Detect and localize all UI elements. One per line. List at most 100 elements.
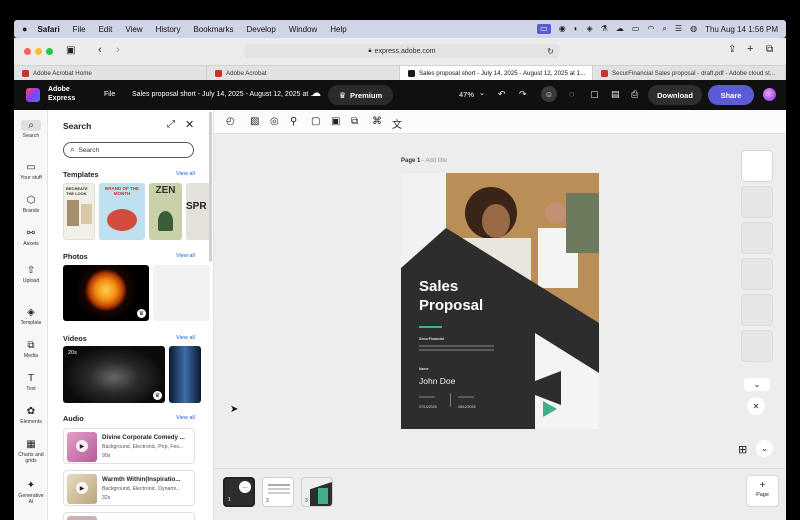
menu-help[interactable]: Help	[330, 25, 346, 34]
photos-view-all[interactable]: View all	[176, 253, 195, 259]
zoom-chevron-icon[interactable]: ⌄	[479, 89, 485, 97]
close-icon[interactable]: ✕	[185, 118, 194, 131]
adjust-icon[interactable]: ⚲	[290, 116, 297, 127]
page-slot[interactable]	[741, 150, 773, 182]
rail-item-generative-ai[interactable]: ✦ Generative AI	[14, 480, 48, 505]
document-page[interactable]: Sales Proposal SecurFinancial Name John …	[401, 173, 599, 429]
avatar[interactable]	[763, 88, 776, 101]
lab-icon[interactable]: ⚗	[601, 25, 608, 33]
shield-icon[interactable]: ◈	[587, 25, 593, 33]
page-thumb-3[interactable]: 3	[301, 477, 333, 507]
app-menu-safari[interactable]: Safari	[37, 25, 59, 34]
premium-button[interactable]: ♛ Premium	[328, 85, 393, 105]
apple-icon[interactable]: ●	[22, 24, 27, 34]
cloud-sync-icon[interactable]: ☁	[311, 88, 321, 99]
zoom-level[interactable]: 47%	[459, 90, 474, 99]
grid-view-icon[interactable]: ⊞	[738, 443, 747, 456]
expand-icon[interactable]: ⤢	[167, 119, 175, 130]
doc-name-value[interactable]: John Doe	[419, 376, 455, 386]
cloud-icon[interactable]: ☁	[616, 25, 624, 33]
doc-title[interactable]: Sales Proposal	[419, 277, 483, 315]
panel-scrollbar[interactable]	[209, 112, 212, 262]
invite-icon[interactable]: ☺	[541, 86, 557, 102]
rail-item-text[interactable]: T Text	[14, 373, 48, 392]
photo-thumb-2[interactable]	[153, 265, 210, 321]
rail-item-brands[interactable]: ⬡ Brands	[14, 195, 48, 214]
menu-history[interactable]: History	[156, 25, 181, 34]
file-menu[interactable]: File	[104, 91, 115, 98]
rail-item-your-stuff[interactable]: ▭ Your stuff	[14, 162, 48, 181]
menu-develop[interactable]: Develop	[246, 25, 275, 34]
effects-icon[interactable]: ◎	[270, 116, 279, 127]
sidebar-toggle-icon[interactable]: ▣	[66, 46, 75, 56]
audio-item[interactable]: ▶ Warmth Within(Inspiratio... Background…	[63, 470, 195, 506]
share-page-icon[interactable]: ⇪	[728, 45, 736, 55]
page-slot[interactable]	[741, 258, 773, 290]
download-button[interactable]: Download	[648, 85, 702, 105]
tab-securfinancial[interactable]: SecurFinancial Sales proposal - draft.pd…	[593, 66, 786, 80]
translate-icon[interactable]: 文	[392, 116, 402, 131]
siri-icon[interactable]: ◍	[690, 25, 697, 33]
document-title[interactable]: Sales proposal short - July 14, 2025 - A…	[132, 91, 316, 98]
play-icon[interactable]: ▶	[76, 440, 88, 452]
page-slot[interactable]	[741, 294, 773, 326]
menu-file[interactable]: File	[73, 25, 86, 34]
forward-icon[interactable]: ›	[116, 45, 120, 56]
menubar-search-icon[interactable]: ⌕	[662, 25, 666, 33]
share-button[interactable]: Share	[708, 85, 754, 105]
battery-icon[interactable]: ▭	[632, 25, 640, 33]
rail-item-charts[interactable]: ▦ Charts and grids	[14, 439, 48, 464]
rail-item-assets[interactable]: ⚯ Assets	[14, 228, 48, 247]
doc-company[interactable]: SecurFinancial	[419, 337, 444, 341]
arrange-icon[interactable]: ⌘	[372, 116, 382, 127]
rail-item-elements[interactable]: ✿ Elements	[14, 406, 48, 425]
menu-view[interactable]: View	[125, 25, 142, 34]
bulb-icon[interactable]: ◌	[569, 89, 574, 99]
print-icon[interactable]: ⎙	[631, 89, 638, 100]
menu-bookmarks[interactable]: Bookmarks	[193, 25, 233, 34]
reload-icon[interactable]: ↻	[547, 47, 554, 56]
doc-date-end[interactable]: 08/12/2025	[458, 405, 476, 409]
add-title-field[interactable]: - Add title	[422, 158, 447, 164]
collapse-pages-button[interactable]: ⌄	[756, 440, 773, 457]
tab-acrobat[interactable]: Adobe Acrobat	[207, 66, 400, 80]
template-thumb-3[interactable]: ZEN	[149, 183, 182, 240]
crop-icon[interactable]: ▢	[311, 116, 320, 127]
doc-name-label[interactable]: Name	[419, 367, 429, 371]
close-window-button[interactable]	[24, 48, 31, 55]
doc-date-start[interactable]: 07/14/2025	[419, 405, 437, 409]
template-thumb-4[interactable]: SPR	[186, 183, 210, 240]
videos-view-all[interactable]: View all	[176, 335, 195, 341]
page-slot[interactable]	[741, 330, 773, 362]
control-center-icon[interactable]: ☰	[675, 25, 682, 33]
rail-item-upload[interactable]: ⇧ Upload	[14, 265, 48, 284]
zoom-window-button[interactable]	[46, 48, 53, 55]
page-slot[interactable]	[741, 222, 773, 254]
back-icon[interactable]: ‹	[98, 45, 102, 56]
schedule-icon[interactable]: ▤	[611, 89, 620, 100]
address-bar[interactable]: 🔒︎ express.adobe.com ↻	[244, 44, 560, 58]
record-icon[interactable]: ◉	[559, 25, 566, 33]
audio-item[interactable]	[63, 512, 195, 520]
page-slot[interactable]	[741, 186, 773, 218]
adobe-express-logo[interactable]	[26, 88, 40, 102]
search-input[interactable]: ⌕ Search	[63, 142, 194, 158]
animate-icon[interactable]: ◴	[226, 116, 235, 127]
templates-view-all[interactable]: View all	[176, 171, 195, 177]
audio-item[interactable]: ▶ Divine Corporate Comedy ... Background…	[63, 428, 195, 464]
tab-overview-icon[interactable]: ⧉	[766, 45, 773, 55]
more-options-icon[interactable]: …	[239, 481, 251, 493]
wifi-icon[interactable]: ◠	[647, 25, 654, 33]
close-pages-button[interactable]: ✕	[747, 397, 765, 415]
menu-edit[interactable]: Edit	[99, 25, 113, 34]
page-thumb-2[interactable]: 2	[262, 477, 294, 507]
rail-item-media[interactable]: ⧉ Media	[14, 340, 48, 359]
rail-item-template[interactable]: ◈ Template	[14, 307, 48, 326]
template-thumb-2[interactable]: BRAND OF THE MONTH	[99, 183, 145, 240]
minimize-window-button[interactable]	[35, 48, 42, 55]
template-thumb-1[interactable]: RECREATE THE LOOK	[63, 183, 95, 240]
layers-icon[interactable]: ⧉	[351, 116, 358, 127]
undo-icon[interactable]: ↶	[498, 89, 506, 100]
comment-icon[interactable]: ▢	[590, 89, 599, 100]
new-tab-icon[interactable]: +	[747, 44, 753, 55]
